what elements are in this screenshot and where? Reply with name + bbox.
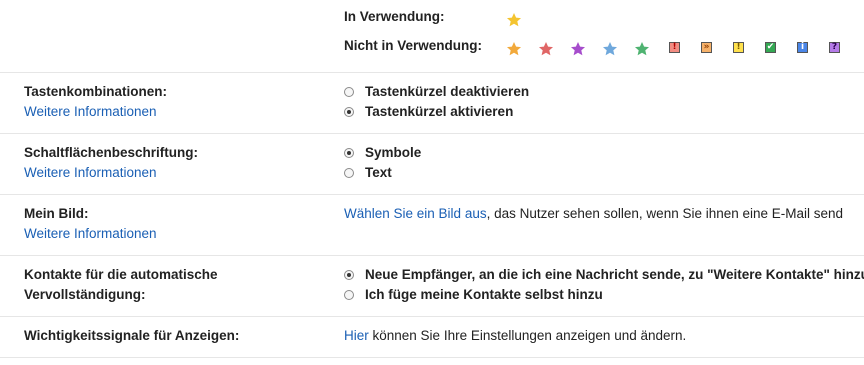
divider [0, 194, 864, 195]
picture-description-text: , das Nutzer sehen sollen, wenn Sie ihne… [486, 206, 844, 221]
blue-info-icon[interactable]: i [797, 42, 808, 53]
autocomplete-title-line1: Kontakte für die automatische [24, 267, 218, 282]
blue-star-icon[interactable] [602, 41, 618, 57]
yellow-bang-icon[interactable]: ! [733, 42, 744, 53]
purple-question-icon[interactable]: ? [829, 42, 840, 53]
picture-description: Wählen Sie ein Bild aus, das Nutzer sehe… [344, 205, 843, 223]
orange-guillemet-icon[interactable]: » [701, 42, 712, 53]
autocomplete-auto-label[interactable]: Neue Empfänger, an die ich eine Nachrich… [365, 266, 864, 284]
shortcuts-more-info-link[interactable]: Weitere Informationen [24, 103, 157, 121]
divider [0, 357, 864, 358]
stars-in-use-label: In Verwendung: [344, 9, 445, 24]
shortcuts-title: Tastenkombinationen: [24, 84, 168, 99]
divider [0, 72, 864, 73]
red-star-icon[interactable] [538, 41, 554, 57]
shortcuts-off-label[interactable]: Tastenkürzel deaktivieren [365, 83, 529, 101]
divider [0, 255, 864, 256]
green-check-icon[interactable]: ✔ [765, 42, 776, 53]
choose-picture-link[interactable]: Wählen Sie ein Bild aus [344, 206, 487, 221]
button-labels-text-radio[interactable] [344, 168, 354, 178]
ads-title: Wichtigkeitssignale für Anzeigen: [24, 328, 240, 343]
shortcuts-on-radio[interactable] [344, 107, 354, 117]
autocomplete-auto-radio[interactable] [344, 270, 354, 280]
orange-star-icon[interactable] [506, 41, 522, 57]
button-labels-title: Schaltflächenbeschriftung: [24, 145, 199, 160]
ads-here-link[interactable]: Hier [344, 328, 369, 343]
button-labels-more-info-link[interactable]: Weitere Informationen [24, 164, 157, 182]
button-labels-icons-label[interactable]: Symbole [365, 144, 421, 162]
shortcuts-on-label[interactable]: Tastenkürzel aktivieren [365, 103, 513, 121]
button-labels-icons-radio[interactable] [344, 148, 354, 158]
shortcuts-off-radio[interactable] [344, 87, 354, 97]
red-bang-icon[interactable]: ! [669, 42, 680, 53]
autocomplete-manual-radio[interactable] [344, 290, 354, 300]
ads-description-text: können Sie Ihre Einstellungen anzeigen u… [368, 328, 687, 343]
divider [0, 316, 864, 317]
autocomplete-manual-label[interactable]: Ich füge meine Kontakte selbst hinzu [365, 286, 603, 304]
green-star-icon[interactable] [634, 41, 650, 57]
yellow-star-icon[interactable] [506, 12, 522, 28]
ads-description: Hier können Sie Ihre Einstellungen anzei… [344, 327, 686, 345]
stars-not-in-use-label: Nicht in Verwendung: [344, 38, 483, 53]
divider [0, 133, 864, 134]
purple-star-icon[interactable] [570, 41, 586, 57]
picture-title: Mein Bild: [24, 206, 89, 221]
autocomplete-title-line2: Vervollständigung: [24, 287, 146, 302]
button-labels-text-label[interactable]: Text [365, 164, 392, 182]
picture-more-info-link[interactable]: Weitere Informationen [24, 225, 157, 243]
